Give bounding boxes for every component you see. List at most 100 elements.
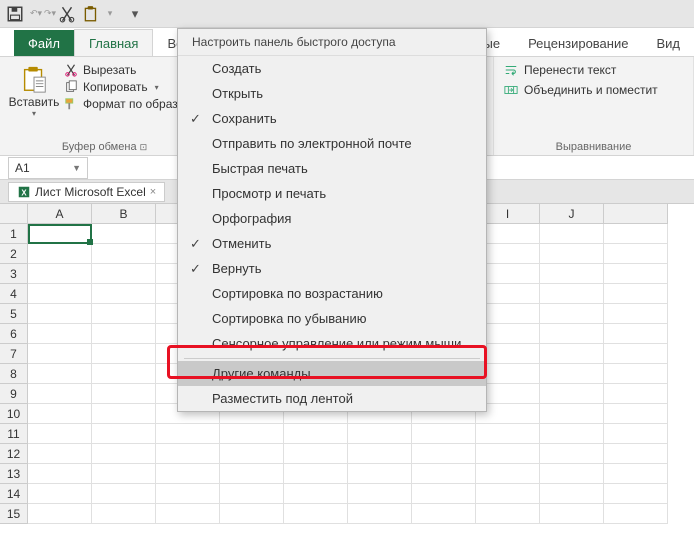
cell[interactable] [92, 284, 156, 304]
cell[interactable] [92, 424, 156, 444]
cell[interactable] [220, 444, 284, 464]
menu-item[interactable]: Отменить [178, 231, 486, 256]
tab-file[interactable]: Файл [14, 30, 74, 56]
row-header[interactable]: 9 [0, 384, 28, 404]
cell[interactable] [28, 384, 92, 404]
cell[interactable] [540, 444, 604, 464]
cell[interactable] [92, 484, 156, 504]
undo-icon[interactable]: ↶▾ [30, 8, 38, 19]
menu-item[interactable]: Открыть [178, 81, 486, 106]
column-header[interactable]: B [92, 204, 156, 224]
cell[interactable] [604, 484, 668, 504]
save-icon[interactable] [6, 5, 24, 23]
cell[interactable] [540, 224, 604, 244]
cell[interactable] [604, 444, 668, 464]
cell[interactable] [476, 484, 540, 504]
cell[interactable] [92, 364, 156, 384]
row-header[interactable]: 5 [0, 304, 28, 324]
cell[interactable] [604, 404, 668, 424]
cell[interactable] [92, 464, 156, 484]
cell[interactable] [220, 424, 284, 444]
cell[interactable] [284, 504, 348, 524]
cell[interactable] [604, 384, 668, 404]
menu-item[interactable]: Отправить по электронной почте [178, 131, 486, 156]
cell[interactable] [220, 464, 284, 484]
cell[interactable] [28, 284, 92, 304]
row-header[interactable]: 4 [0, 284, 28, 304]
row-header[interactable]: 13 [0, 464, 28, 484]
cell[interactable] [28, 424, 92, 444]
menu-item[interactable]: Просмотр и печать [178, 181, 486, 206]
paste-dropdown-icon[interactable]: ▾ [106, 8, 114, 19]
cell[interactable] [540, 384, 604, 404]
cell[interactable] [156, 484, 220, 504]
cell[interactable] [92, 444, 156, 464]
cell[interactable] [156, 504, 220, 524]
menu-item-below-ribbon[interactable]: Разместить под лентой [178, 386, 486, 411]
menu-item[interactable]: Создать [178, 56, 486, 81]
cell[interactable] [348, 504, 412, 524]
menu-item[interactable]: Быстрая печать [178, 156, 486, 181]
cell[interactable] [604, 424, 668, 444]
column-header[interactable]: A [28, 204, 92, 224]
row-header[interactable]: 3 [0, 264, 28, 284]
cell[interactable] [540, 304, 604, 324]
row-header[interactable]: 7 [0, 344, 28, 364]
cell[interactable] [28, 304, 92, 324]
cell[interactable] [28, 464, 92, 484]
menu-item[interactable]: Сортировка по возрастанию [178, 281, 486, 306]
cell[interactable] [540, 284, 604, 304]
cell[interactable] [92, 384, 156, 404]
cell[interactable] [92, 324, 156, 344]
cell[interactable] [604, 244, 668, 264]
tab-review[interactable]: Рецензирование [514, 30, 642, 56]
cell[interactable] [604, 464, 668, 484]
tab-view[interactable]: Вид [642, 30, 694, 56]
cell[interactable] [604, 324, 668, 344]
cell[interactable] [604, 504, 668, 524]
cell[interactable] [540, 404, 604, 424]
cell[interactable] [540, 504, 604, 524]
row-header[interactable]: 6 [0, 324, 28, 344]
name-box[interactable]: A1▼ [8, 157, 88, 179]
cell[interactable] [220, 484, 284, 504]
cell[interactable] [28, 224, 92, 244]
cell[interactable] [92, 244, 156, 264]
cell[interactable] [348, 464, 412, 484]
cell[interactable] [28, 244, 92, 264]
cell[interactable] [540, 344, 604, 364]
cell[interactable] [220, 504, 284, 524]
cell[interactable] [412, 444, 476, 464]
cell[interactable] [476, 444, 540, 464]
paste-button[interactable]: Вставить ▾ [10, 63, 58, 118]
cell[interactable] [156, 444, 220, 464]
cell[interactable] [156, 424, 220, 444]
close-icon[interactable]: × [150, 186, 156, 198]
cell[interactable] [284, 444, 348, 464]
row-header[interactable]: 15 [0, 504, 28, 524]
customize-qat-icon[interactable]: ▾ [126, 5, 144, 23]
menu-item[interactable]: Вернуть [178, 256, 486, 281]
cell[interactable] [476, 464, 540, 484]
row-header[interactable]: 1 [0, 224, 28, 244]
cell[interactable] [604, 364, 668, 384]
tab-home[interactable]: Главная [74, 29, 153, 56]
cell[interactable] [156, 464, 220, 484]
cell[interactable] [604, 344, 668, 364]
cell[interactable] [540, 424, 604, 444]
cell[interactable] [348, 484, 412, 504]
cell[interactable] [28, 364, 92, 384]
column-header[interactable] [604, 204, 668, 224]
cell[interactable] [412, 504, 476, 524]
cell[interactable] [476, 504, 540, 524]
cell[interactable] [348, 444, 412, 464]
row-header[interactable]: 10 [0, 404, 28, 424]
cell[interactable] [540, 264, 604, 284]
menu-item[interactable]: Сортировка по убыванию [178, 306, 486, 331]
redo-icon[interactable]: ↷▾ [44, 8, 52, 19]
cell[interactable] [540, 464, 604, 484]
cell[interactable] [28, 484, 92, 504]
row-header[interactable]: 11 [0, 424, 28, 444]
cell[interactable] [28, 504, 92, 524]
cell[interactable] [604, 264, 668, 284]
